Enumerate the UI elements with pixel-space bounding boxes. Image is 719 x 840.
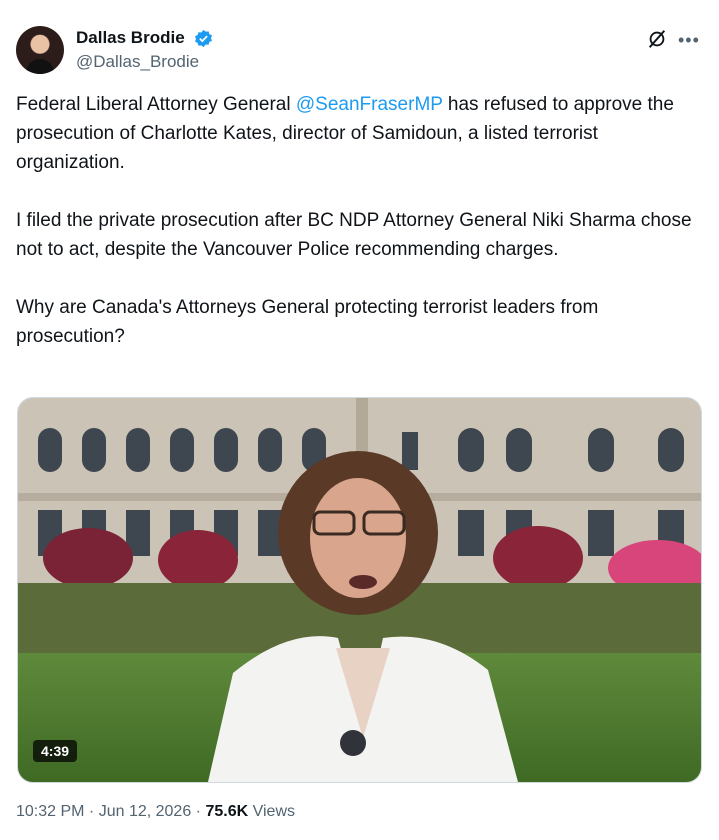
mention-link[interactable]: @SeanFraserMP — [296, 94, 443, 115]
video-duration: 4:39 — [33, 740, 78, 762]
author-avatar[interactable] — [16, 26, 64, 74]
video-thumbnail — [18, 398, 701, 782]
author-name[interactable]: Dallas Brodie — [76, 28, 185, 48]
views-count: 75.6K — [205, 803, 249, 820]
verified-badge-icon — [195, 29, 212, 48]
tweet-text: Federal Liberal Attorney General @SeanFr… — [16, 90, 706, 380]
author-handle[interactable]: @Dallas_Brodie — [76, 52, 199, 72]
tweet-paragraph-2: I filed the private prosecution after BC… — [16, 210, 692, 260]
timestamp-time[interactable]: 10:32 PM — [16, 803, 84, 820]
timestamp-date[interactable]: Jun 12, 2026 — [99, 803, 192, 820]
tweet-paragraph-1: Federal Liberal Attorney General @SeanFr… — [16, 94, 674, 173]
tweet-meta: 10:32 PM · Jun 12, 2026 · 75.6K Views — [16, 803, 295, 820]
views-label: Views — [248, 803, 295, 820]
video-player[interactable] — [17, 397, 702, 783]
more-options-icon[interactable]: ••• — [678, 30, 700, 51]
grok-icon[interactable] — [646, 28, 668, 50]
tweet-paragraph-3: Why are Canada's Attorneys General prote… — [16, 297, 599, 347]
